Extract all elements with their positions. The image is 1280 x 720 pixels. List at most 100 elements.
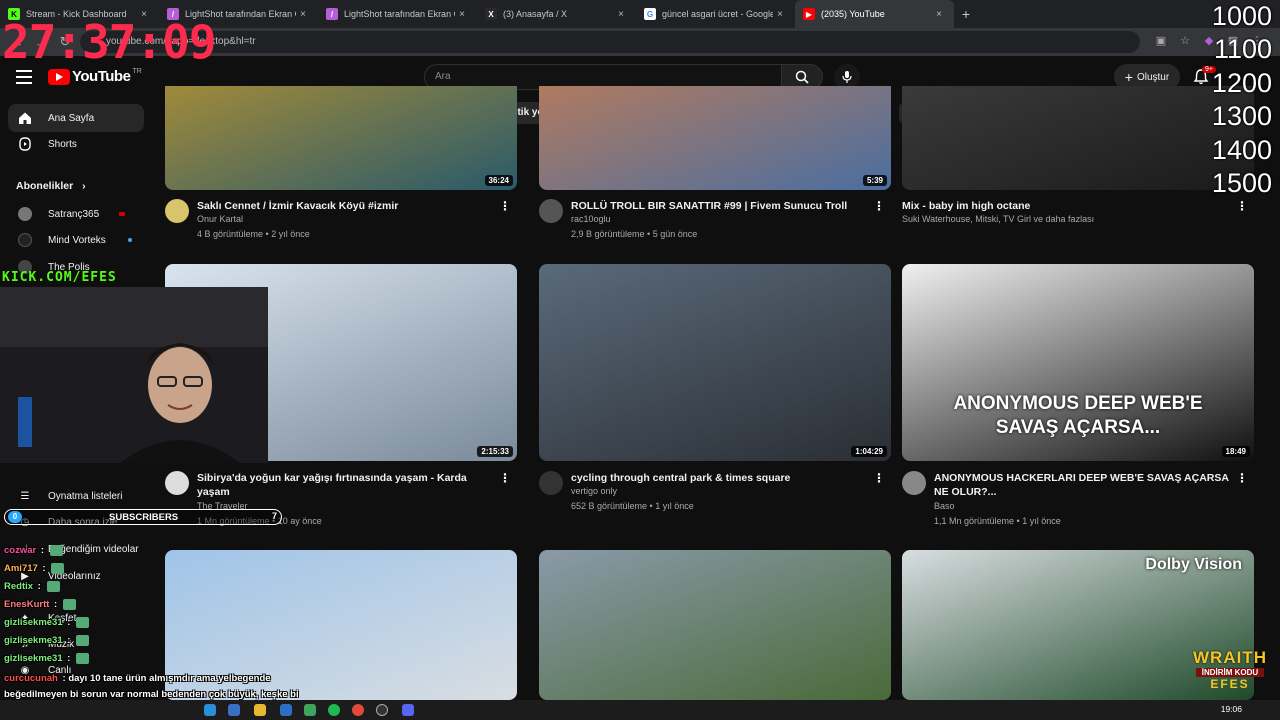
channel-name[interactable]: vertigo only (571, 486, 617, 496)
video-title[interactable]: ROLLÜ TROLL BIR SANATTIR #99 | Fivem Sun… (571, 199, 871, 213)
video-title[interactable]: cycling through central park & times squ… (571, 471, 871, 485)
edge-icon[interactable] (204, 704, 216, 716)
channel-avatar[interactable] (165, 471, 189, 495)
video-title[interactable]: Mix - baby im high octane (902, 199, 1202, 213)
video-info: ANONYMOUS HACKERLARI DEEP WEB'E SAVAŞ AÇ… (902, 471, 1254, 531)
bookmark-star-icon[interactable]: ☆ (1178, 33, 1192, 47)
video-thumbnail[interactable] (539, 550, 891, 700)
video-duration: 18:49 (1221, 446, 1250, 457)
microphone-icon (842, 71, 852, 83)
discord-icon[interactable] (402, 704, 414, 716)
spotify-icon[interactable] (328, 704, 340, 716)
browser-tab[interactable]: / LightShot tarafından Ekran Gör× (318, 0, 477, 28)
chat-emote-icon (62, 599, 76, 610)
video-thumbnail[interactable]: 5:39 (539, 86, 891, 190)
video-thumbnail[interactable]: ANONYMOUS DEEP WEB'E SAVAŞ AÇARSA... 18:4… (902, 264, 1254, 461)
more-options-icon[interactable]: ⋮ (873, 199, 885, 213)
chat-username: curcucunah (4, 673, 58, 684)
video-info: ROLLÜ TROLL BIR SANATTIR #99 | Fivem Sun… (539, 199, 891, 259)
chat-username: Redtix (4, 581, 34, 593)
chat-message: gizlisekme31 : (4, 617, 304, 628)
chat-username: gizlisekme31 (4, 635, 63, 647)
video-title[interactable]: ANONYMOUS HACKERLARI DEEP WEB'E SAVAŞ AÇ… (934, 471, 1234, 499)
chat-username: gizlisekme31 (4, 653, 63, 665)
chat-separator: : (64, 617, 74, 629)
url-input[interactable]: youtube.com/?app=desktop&hl=tr (80, 31, 1140, 53)
more-options-icon[interactable]: ⋮ (1236, 199, 1248, 213)
mail-icon[interactable] (280, 704, 292, 716)
file-explorer-icon[interactable] (254, 704, 266, 716)
new-tab-button[interactable]: + (954, 0, 978, 28)
channel-avatar[interactable] (902, 471, 926, 495)
sponsor-badge: WRAITH İNDİRİM KODU EFES (1188, 648, 1272, 700)
video-duration: 1:04:29 (851, 446, 887, 457)
sidebar-sub-satranc365[interactable]: Satranç365 (18, 204, 126, 224)
youtube-play-icon (48, 68, 70, 85)
webcam-image (0, 287, 268, 463)
more-options-icon[interactable]: ⋮ (873, 471, 885, 485)
channel-avatar[interactable] (539, 199, 563, 223)
tab-title: güncel asgari ücret - Google'da (662, 9, 773, 19)
channel-name[interactable]: Suki Waterhouse, Mitski, TV Girl ve daha… (902, 214, 1094, 224)
chrome-icon[interactable] (352, 704, 364, 716)
chat-message: gizlisekme31 : (4, 653, 304, 664)
chat-emote-icon (76, 635, 90, 646)
stream-timer: 27:37:09 (2, 15, 217, 69)
sidebar-item-playlists[interactable]: ☰ Oynatma listeleri (8, 482, 144, 510)
chat-separator: : (64, 653, 74, 665)
channel-name[interactable]: Onur Kartal (197, 214, 243, 224)
kick-handle: KICK.COM/EFES (2, 270, 117, 285)
install-app-icon[interactable]: ▣ (1154, 33, 1168, 47)
sidebar-item-home[interactable]: Ana Sayfa (8, 104, 144, 132)
tab-close-icon[interactable]: × (296, 9, 310, 20)
tab-close-icon[interactable]: × (455, 9, 469, 20)
store-icon[interactable] (228, 704, 240, 716)
chat-username: EnesKurtt (4, 599, 50, 611)
video-title[interactable]: Saklı Cennet / İzmir Kavacık Köyü #izmir (197, 199, 497, 213)
chat-separator: : (51, 599, 60, 611)
obs-icon[interactable] (376, 704, 388, 716)
tab-close-icon[interactable]: × (614, 9, 628, 20)
chat-message: EnesKurtt : (4, 599, 304, 610)
chat-message: Ami717 : (4, 563, 304, 574)
channel-avatar[interactable] (539, 471, 563, 495)
sponsor-code-label: İNDİRİM KODU (1196, 668, 1264, 677)
goal-number: 1300 (1211, 101, 1272, 132)
more-options-icon[interactable]: ⋮ (499, 471, 511, 485)
video-info: cycling through central park & times squ… (539, 471, 891, 531)
youtube-logo[interactable]: YouTube TR (48, 68, 142, 85)
chat-emote-icon (76, 653, 90, 664)
photos-icon[interactable] (304, 704, 316, 716)
sponsor-code: EFES (1210, 677, 1250, 691)
webcam-feed (0, 287, 268, 463)
sidebar-sub-mind-vorteks[interactable]: Mind Vorteks (18, 230, 132, 250)
more-options-icon[interactable]: ⋮ (499, 199, 511, 213)
video-info: Saklı Cennet / İzmir Kavacık Köyü #izmir… (165, 199, 517, 259)
tab-close-icon[interactable]: × (773, 9, 787, 20)
browser-tab[interactable]: ▶ (2035) YouTube × (795, 0, 954, 28)
browser-tab[interactable]: Ggüncel asgari ücret - Google'da× (636, 0, 795, 28)
channel-name[interactable]: rac10oglu (571, 214, 611, 224)
channel-name[interactable]: Baso (934, 501, 955, 511)
plus-icon: + (1124, 69, 1133, 85)
sidebar-item-shorts[interactable]: Shorts (8, 130, 144, 158)
chat-emote-icon (76, 617, 90, 628)
goal-number: 1500 (1211, 168, 1272, 199)
tab-title: (2035) YouTube (821, 9, 885, 19)
video-thumbnail[interactable] (902, 86, 1254, 190)
subscriber-label: SUBSCRIBERS (109, 512, 179, 523)
menu-icon[interactable] (16, 70, 32, 84)
live-dot-icon (119, 212, 126, 216)
chat-text: dayı 10 tane ürün almışmdır ama yelbegen… (68, 673, 271, 684)
video-thumbnail[interactable]: 36:24 (165, 86, 517, 190)
tab-close-icon[interactable]: × (932, 9, 946, 20)
more-options-icon[interactable]: ⋮ (1236, 471, 1248, 485)
thumbnail-caption: Dolby Vision (1145, 556, 1242, 573)
subscriptions-heading[interactable]: Abonelikler › (16, 180, 86, 192)
video-title[interactable]: Sibirya'da yoğun kar yağışı fırtınasında… (197, 471, 497, 499)
channel-avatar[interactable] (165, 199, 189, 223)
browser-tab[interactable]: X (3) Anasayfa / X × (477, 0, 636, 28)
chat-username: gizlisekme31 (4, 617, 63, 629)
chat-separator: : (35, 581, 44, 593)
video-thumbnail[interactable]: 1:04:29 (539, 264, 891, 461)
